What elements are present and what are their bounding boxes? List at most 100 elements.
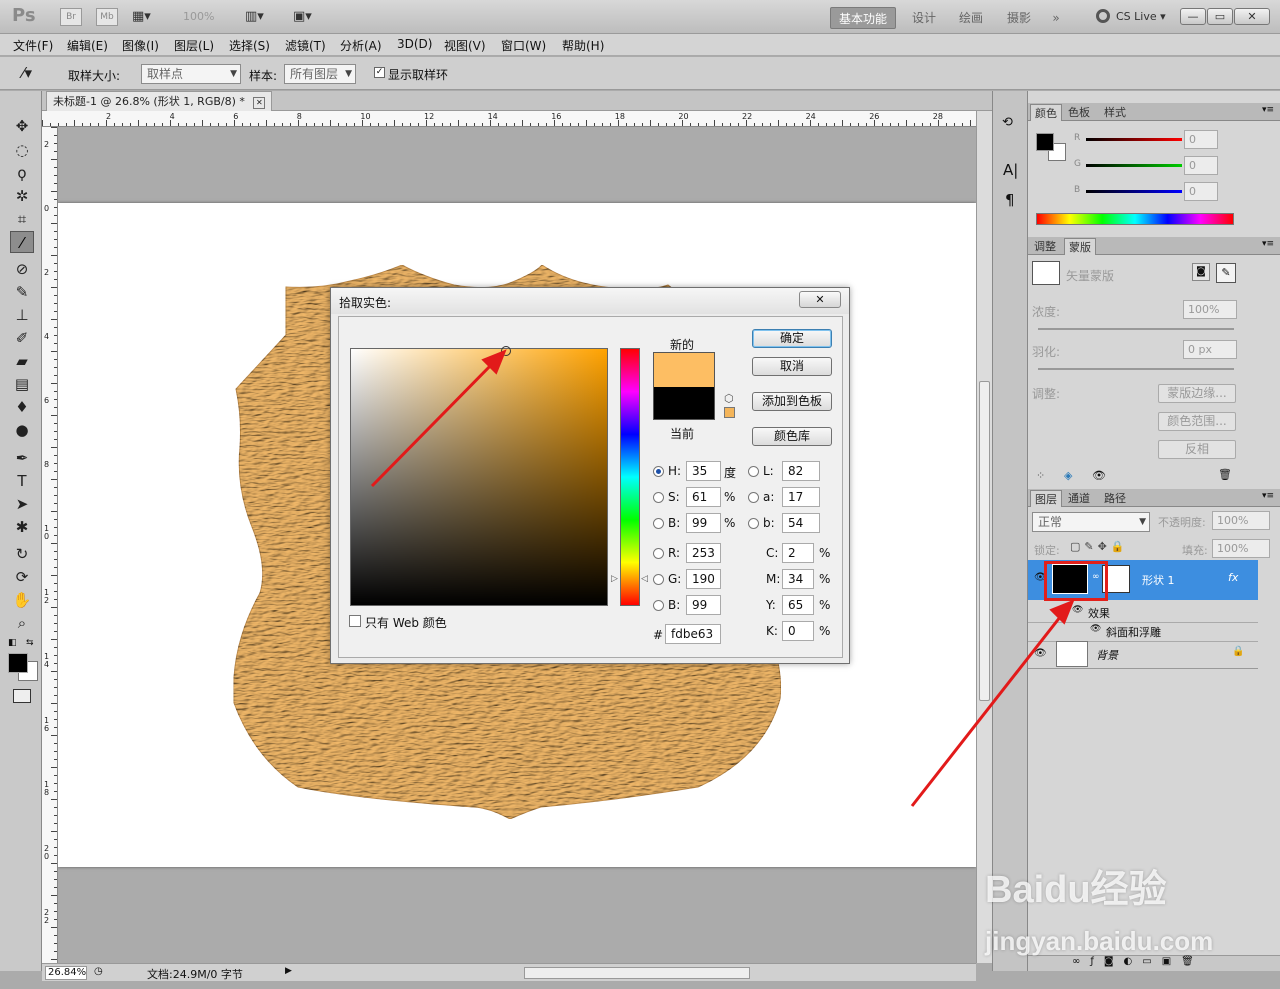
crop-tool-icon[interactable]: ⌗ bbox=[10, 208, 34, 230]
channel-g-field[interactable]: 0 bbox=[1184, 156, 1218, 175]
channel-b-slider[interactable] bbox=[1086, 190, 1182, 193]
fill-field[interactable]: 100% bbox=[1212, 539, 1270, 558]
more-workspaces-button[interactable]: » bbox=[1046, 7, 1066, 29]
hex-input[interactable]: fdbe63 bbox=[665, 624, 721, 644]
channel-b-field[interactable]: 0 bbox=[1184, 182, 1218, 201]
tab-adjustments[interactable]: 调整 bbox=[1030, 238, 1060, 255]
density-field[interactable]: 100% bbox=[1183, 300, 1237, 319]
menu-edit[interactable]: 编辑(E) bbox=[67, 37, 108, 54]
move-tool-icon[interactable]: ✥ bbox=[10, 115, 34, 137]
panel-menu-icon[interactable]: ▾≡ bbox=[1262, 105, 1274, 115]
layers-footer-icons[interactable]: ∞ƒ◙◐▭▣🗑 bbox=[1028, 955, 1280, 971]
zoom-tool-icon[interactable]: ⌕ bbox=[10, 612, 34, 634]
red-input[interactable]: 253 bbox=[686, 543, 721, 563]
visibility-mask-icon[interactable]: 👁 bbox=[1092, 469, 1106, 482]
menu-window[interactable]: 窗口(W) bbox=[501, 37, 546, 54]
status-arrow-icon[interactable]: ▶ bbox=[285, 966, 292, 976]
color-range-button[interactable]: 颜色范围... bbox=[1158, 412, 1236, 431]
invert-button[interactable]: 反相 bbox=[1158, 440, 1236, 459]
close-app-button[interactable]: ✕ bbox=[1234, 8, 1270, 25]
paragraph-panel-icon[interactable]: ¶ bbox=[1005, 191, 1015, 209]
quick-selection-tool-icon[interactable]: ✲ bbox=[10, 185, 34, 207]
history-brush-tool-icon[interactable]: ✐ bbox=[10, 327, 34, 349]
brightness-input[interactable]: 99 bbox=[686, 513, 721, 533]
brightness-radio[interactable] bbox=[653, 518, 664, 529]
pen-tool-icon[interactable]: ✒ bbox=[10, 447, 34, 469]
menu-filter[interactable]: 滤镜(T) bbox=[285, 37, 326, 54]
layers-menu-icon[interactable]: ▾≡ bbox=[1262, 491, 1274, 501]
bevel-eye-icon[interactable]: 👁 bbox=[1090, 624, 1101, 634]
cancel-button[interactable]: 取消 bbox=[752, 357, 832, 376]
vector-mask-button-icon[interactable]: ✎ bbox=[1216, 263, 1236, 283]
blue-input[interactable]: 99 bbox=[686, 595, 721, 615]
history-panel-icon[interactable]: ⟲ bbox=[1002, 115, 1013, 130]
workspace-painting[interactable]: 绘画 bbox=[952, 7, 990, 29]
pixel-mask-icon[interactable]: ◙ bbox=[1192, 263, 1210, 281]
view-extras-menu[interactable]: ▦▾ bbox=[132, 9, 162, 25]
background-visibility-eye-icon[interactable]: 👁 bbox=[1034, 648, 1047, 659]
layer-row-background[interactable]: 👁 背景 🔒 bbox=[1028, 639, 1258, 669]
opacity-field[interactable]: 100% bbox=[1212, 511, 1270, 530]
default-colors-icon[interactable]: ◧ bbox=[8, 638, 17, 648]
spot-healing-tool-icon[interactable]: ⊘ bbox=[10, 258, 34, 280]
effects-eye-icon[interactable]: 👁 bbox=[1072, 605, 1083, 615]
menu-view[interactable]: 视图(V) bbox=[444, 37, 486, 54]
layer-name[interactable]: 形状 1 bbox=[1142, 572, 1175, 588]
vector-mask-thumbnail[interactable] bbox=[1032, 261, 1060, 285]
tab-styles[interactable]: 样式 bbox=[1100, 104, 1130, 121]
channel-r-slider[interactable] bbox=[1086, 138, 1182, 141]
bridge-button[interactable]: Br bbox=[60, 8, 82, 26]
background-layer-name[interactable]: 背景 bbox=[1096, 647, 1118, 663]
apply-mask-icon[interactable]: ◈ bbox=[1064, 469, 1072, 482]
tab-paths[interactable]: 路径 bbox=[1100, 490, 1130, 507]
marquee-tool-icon[interactable]: ◌ bbox=[10, 139, 34, 161]
restore-button[interactable]: ▭ bbox=[1207, 8, 1233, 25]
sample-layers-select[interactable]: 所有图层 ▼ bbox=[284, 64, 356, 84]
current-color-swatch[interactable] bbox=[653, 387, 715, 420]
saturation-radio[interactable] bbox=[653, 492, 664, 503]
show-sampling-ring-checkbox[interactable]: ✓ bbox=[374, 67, 385, 78]
clone-stamp-tool-icon[interactable]: ⊥ bbox=[10, 304, 34, 326]
cyan-input[interactable]: 2 bbox=[782, 543, 814, 563]
3d-orbit-tool-icon[interactable]: ⟳ bbox=[10, 566, 34, 588]
menu-layer[interactable]: 图层(L) bbox=[174, 37, 214, 54]
feather-field[interactable]: 0 px bbox=[1183, 340, 1237, 359]
mask-edge-button[interactable]: 蒙版边缘... bbox=[1158, 384, 1236, 403]
custom-shape-tool-icon[interactable]: ✱ bbox=[10, 516, 34, 538]
cs-live-menu[interactable]: CS Live ▾ bbox=[1116, 10, 1166, 23]
blend-mode-select[interactable]: 正常 ▼ bbox=[1032, 512, 1150, 532]
dodge-tool-icon[interactable]: ● bbox=[10, 419, 34, 441]
tab-swatches[interactable]: 色板 bbox=[1064, 104, 1094, 121]
saturation-input[interactable]: 61 bbox=[686, 487, 721, 507]
hue-slider-right-arrow[interactable]: ◁ bbox=[641, 574, 648, 584]
type-tool-icon[interactable]: T bbox=[10, 470, 34, 492]
lab-l-input[interactable]: 82 bbox=[782, 461, 820, 481]
lab-a-radio[interactable] bbox=[748, 492, 759, 503]
magenta-input[interactable]: 34 bbox=[782, 569, 814, 589]
saturation-brightness-field[interactable] bbox=[350, 348, 608, 606]
path-selection-tool-icon[interactable]: ➤ bbox=[10, 493, 34, 515]
red-radio[interactable] bbox=[653, 548, 664, 559]
web-colors-only-checkbox[interactable] bbox=[349, 615, 361, 627]
3d-rotate-tool-icon[interactable]: ↻ bbox=[10, 543, 34, 565]
vertical-scroll-thumb[interactable] bbox=[979, 381, 990, 701]
menu-help[interactable]: 帮助(H) bbox=[562, 37, 604, 54]
quick-mask-icon[interactable] bbox=[13, 689, 31, 703]
workspace-essentials[interactable]: 基本功能 bbox=[830, 7, 896, 29]
screen-mode-menu[interactable]: ▣▾ bbox=[293, 9, 312, 24]
sample-size-select[interactable]: 取样点 ▼ bbox=[141, 64, 241, 84]
menu-image[interactable]: 图像(I) bbox=[122, 37, 159, 54]
workspace-design[interactable]: 设计 bbox=[905, 7, 943, 29]
ok-button[interactable]: 确定 bbox=[752, 329, 832, 348]
color-spectrum-bar[interactable] bbox=[1036, 213, 1234, 225]
hand-tool-icon[interactable]: ✋ bbox=[10, 589, 34, 611]
zoom-level-menu[interactable]: 100% bbox=[183, 10, 214, 23]
black-input[interactable]: 0 bbox=[782, 621, 814, 641]
mini-bridge-button[interactable]: Mb bbox=[96, 8, 118, 26]
add-to-swatches-button[interactable]: 添加到色板 bbox=[752, 392, 832, 411]
tab-channels[interactable]: 通道 bbox=[1064, 490, 1094, 507]
color-picker-cursor[interactable] bbox=[501, 346, 511, 356]
zoom-field[interactable]: 26.84% bbox=[45, 966, 87, 980]
blue-radio[interactable] bbox=[653, 600, 664, 611]
brush-tool-icon[interactable]: ✎ bbox=[10, 281, 34, 303]
